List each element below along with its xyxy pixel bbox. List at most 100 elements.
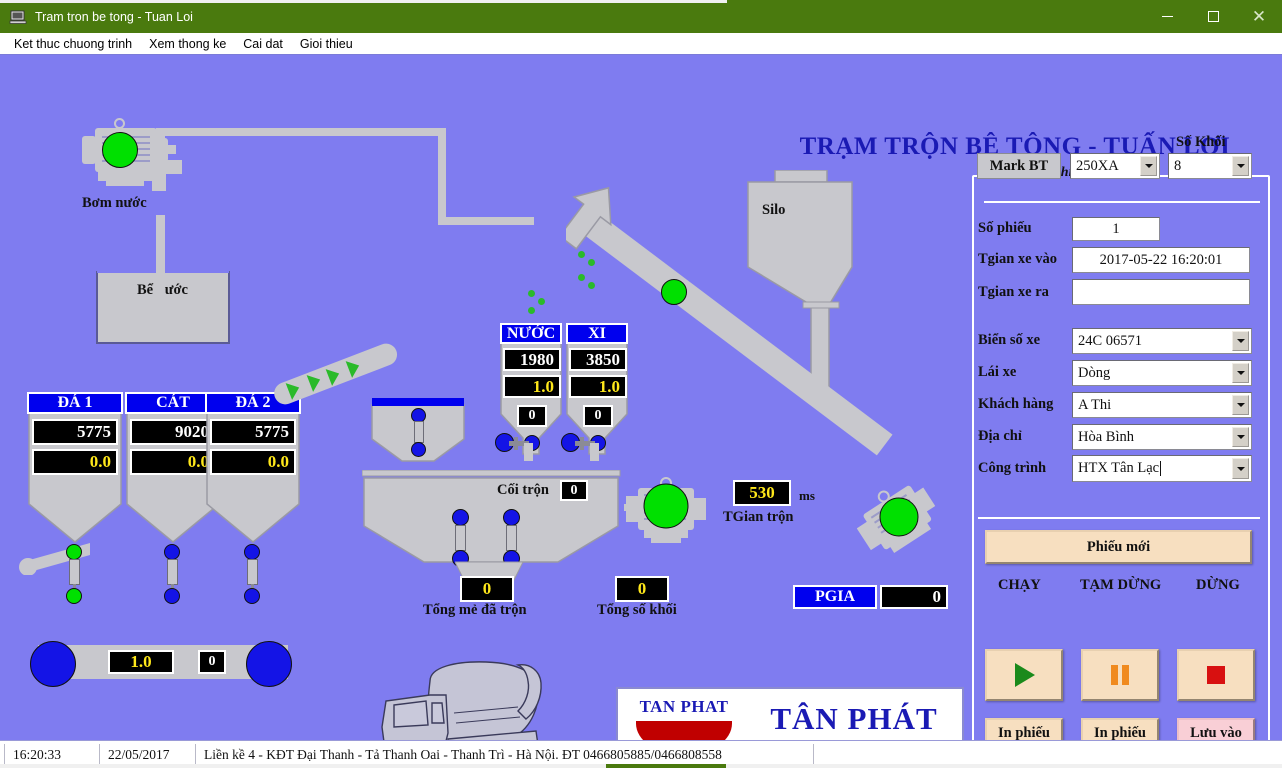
belt-pulley-right xyxy=(246,641,292,687)
bin-actuator-rod-3 xyxy=(247,559,258,585)
address-combo[interactable]: Hòa Bình xyxy=(1072,424,1252,450)
computer-icon xyxy=(9,8,27,26)
title-bar: Tram tron be tong - Tuan Loi ✕ xyxy=(0,0,1282,33)
save-to-database-button[interactable]: Lưu vào dữ liệu xyxy=(1177,718,1255,740)
plant-diagram-canvas: TRẠM TRỘN BÊ TÔNG - TUẤN LỢI Bể nước Bơm… xyxy=(0,55,1282,740)
print-detail-line1: In phiếu xyxy=(1094,725,1146,740)
chevron-down-icon[interactable] xyxy=(1232,458,1249,479)
print-detail-ticket-button[interactable]: In phiếu chi tiết xyxy=(1081,718,1159,740)
bin-valve-led-top-1 xyxy=(66,544,82,560)
vehicle-plate-value: 24C 06571 xyxy=(1078,332,1143,349)
dust-particle-4 xyxy=(588,282,595,289)
chevron-down-icon[interactable] xyxy=(1232,331,1249,351)
belt-counter-value: 0 xyxy=(198,650,226,674)
silo-label: Silo xyxy=(762,202,786,218)
bin-valve-led-bottom-1 xyxy=(66,588,82,604)
stop-button[interactable] xyxy=(1177,649,1255,701)
project-value: HTX Tân Lạc xyxy=(1078,460,1160,476)
status-bar: 16:20:33 22/05/2017 Liền kề 4 - KĐT Đại … xyxy=(0,740,1282,768)
window-title: Tram tron be tong - Tuan Loi xyxy=(35,9,193,24)
combo-label-0: Biển số xe xyxy=(978,332,1041,348)
mark-combo-value: 250XA xyxy=(1076,157,1119,174)
water-silo-downpipe xyxy=(524,443,533,461)
silo-header-cement: XI xyxy=(566,323,628,344)
total-blocks-value: 0 xyxy=(615,576,669,602)
chevron-down-icon[interactable] xyxy=(1232,156,1249,176)
discharge-motor-icon xyxy=(857,485,936,553)
run-button[interactable] xyxy=(985,649,1063,701)
driver-value: Dòng xyxy=(1078,364,1111,381)
pgia-label: PGIA xyxy=(793,585,877,609)
screw-conveyor-arrowhead-icon xyxy=(566,186,612,250)
close-button[interactable]: ✕ xyxy=(1236,0,1282,33)
blocks-combo-value: 8 xyxy=(1174,157,1182,174)
pause-button[interactable] xyxy=(1081,649,1159,701)
bin-valve-led-bottom-3 xyxy=(244,588,260,604)
minimize-button[interactable] xyxy=(1144,0,1190,33)
new-ticket-button[interactable]: Phiếu mới xyxy=(985,530,1252,564)
vehicle-plate-combo[interactable]: 24C 06571 xyxy=(1072,328,1252,354)
bin-valve-led-top-2 xyxy=(164,544,180,560)
tanphat-logo-mark: TAN PHAT ISO 9001:2008 xyxy=(630,695,738,740)
play-icon xyxy=(1015,663,1035,687)
vehicle-in-time-input[interactable]: 2017-05-22 16:20:01 xyxy=(1072,247,1250,273)
logo-swoosh-shape xyxy=(636,721,732,740)
customer-combo[interactable]: A Thi xyxy=(1072,392,1252,418)
dust-particle-5 xyxy=(528,290,535,297)
total-batches-value: 0 xyxy=(460,576,514,602)
blocks-combo[interactable]: 8 xyxy=(1168,153,1252,179)
silo-counter-cement: 0 xyxy=(583,405,613,427)
dust-particle-7 xyxy=(528,307,535,314)
status-date: 22/05/2017 xyxy=(100,743,196,766)
statusbar-accent xyxy=(606,764,726,768)
menu-item-about[interactable]: Gioi thieu xyxy=(292,35,362,53)
mixer-gate-led-top-left xyxy=(452,509,469,526)
pump-toppipe-horizontal xyxy=(156,128,446,136)
text-caret xyxy=(1160,461,1162,476)
mark-bt-button[interactable]: Mark BT xyxy=(977,153,1061,179)
pause-control-label: TẠM DỪNG xyxy=(1080,577,1162,593)
project-combo[interactable]: HTX Tân Lạc xyxy=(1072,455,1252,482)
silo-setpoint-cement: 3850 xyxy=(569,348,627,371)
mix-time-unit: ms xyxy=(799,488,815,503)
menu-item-exit[interactable]: Ket thuc chuong trinh xyxy=(6,35,141,53)
chevron-down-icon[interactable] xyxy=(1232,427,1249,447)
ticket-number-value: 1 xyxy=(1112,220,1120,237)
bin-header-1: ĐÁ 1 xyxy=(27,392,123,414)
bin-actuator-rod-2 xyxy=(167,559,178,585)
pipe-to-water-silo-vert xyxy=(438,128,446,223)
groupbox-divider-top xyxy=(984,201,1260,203)
mark-combo[interactable]: 250XA xyxy=(1070,153,1160,179)
mixer-gate-rod-left xyxy=(455,525,466,551)
chevron-down-icon[interactable] xyxy=(1232,363,1249,383)
dust-particle-2 xyxy=(588,259,595,266)
chevron-down-icon[interactable] xyxy=(1140,156,1157,176)
screw-conveyor-status-led xyxy=(661,279,687,305)
chevron-down-icon[interactable] xyxy=(1232,395,1249,415)
maximize-button[interactable] xyxy=(1190,0,1236,33)
print-short-ticket-button[interactable]: In phiếu rút gọn xyxy=(985,718,1063,740)
combo-label-3: Địa chỉ xyxy=(978,428,1022,444)
bin-setpoint-2: 9020 xyxy=(130,419,216,445)
menu-item-settings[interactable]: Cai dat xyxy=(235,35,292,53)
window-controls: ✕ xyxy=(1144,0,1282,33)
cement-silo-downpipe xyxy=(590,443,599,461)
pump-downpipe xyxy=(156,215,165,295)
bin-actual-2: 0.0 xyxy=(130,449,216,475)
mixer-drive-motor-icon xyxy=(624,477,706,543)
ticket-number-input[interactable]: 1 xyxy=(1072,217,1160,241)
print-short-line1: In phiếu xyxy=(998,725,1050,740)
vehicle-in-time-value: 2017-05-22 16:20:01 xyxy=(1099,251,1223,268)
driver-combo[interactable]: Dòng xyxy=(1072,360,1252,386)
hopper-actuator-rod xyxy=(414,421,424,443)
vehicle-out-time-input[interactable] xyxy=(1072,279,1250,305)
pgia-value: 0 xyxy=(880,585,948,609)
stop-icon xyxy=(1207,666,1225,684)
save-line1: Lưu vào xyxy=(1190,725,1242,740)
run-control-label: CHẠY xyxy=(998,577,1041,593)
mix-time-label: TGian trộn xyxy=(723,509,794,525)
menu-item-statistics[interactable]: Xem thong ke xyxy=(141,35,235,53)
status-address: Liền kề 4 - KĐT Đại Thanh - Tả Thanh Oai… xyxy=(196,743,814,766)
mixer-counter: 0 xyxy=(560,480,588,501)
bin-valve-led-bottom-2 xyxy=(164,588,180,604)
